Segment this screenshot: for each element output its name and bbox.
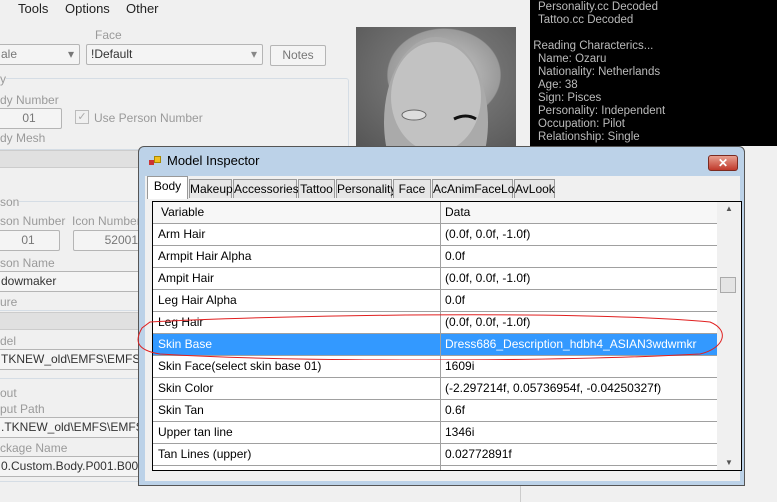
texture-label: ure xyxy=(0,295,18,309)
output-path-label: put Path xyxy=(0,402,45,416)
status-divider xyxy=(520,486,521,502)
variable-cell: Armpit Hair Alpha xyxy=(158,249,252,263)
sex-value: ale xyxy=(1,47,18,61)
log-line: Nationality: Netherlands xyxy=(538,66,661,78)
chevron-down-icon: ▾ xyxy=(67,47,74,61)
log-line: Age: 38 xyxy=(538,79,578,91)
table-row[interactable]: Skin Color (-2.297214f, 0.05736954f, -0.0… xyxy=(153,378,717,400)
table-row[interactable]: Armpit Hair Alpha 0.0f xyxy=(153,246,717,268)
scroll-up-icon[interactable]: ▲ xyxy=(725,204,733,213)
table-row[interactable]: Tan Lines (upper) 0.02772891f xyxy=(153,444,717,466)
data-cell[interactable]: (0.0f, 0.0f, -1.0f) xyxy=(440,268,530,290)
icon-number-label: Icon Number xyxy=(72,214,141,228)
data-cell[interactable]: 0.02772891f xyxy=(440,444,512,466)
body-mesh-label: dy Mesh xyxy=(0,131,46,145)
face-label: Face xyxy=(95,28,122,42)
variable-cell: Tan Lines (upper) xyxy=(158,447,252,461)
tab-tattoo[interactable]: Tattoo xyxy=(298,179,335,198)
scrollbar-thumb[interactable] xyxy=(720,277,736,293)
log-line: Personality: Independent xyxy=(538,105,666,117)
log-line: Personality.cc Decoded xyxy=(538,1,658,13)
variable-cell: Upper tan line xyxy=(158,425,233,439)
variable-cell: Leg Hair Alpha xyxy=(158,293,237,307)
tab-acanimfacelook[interactable]: AcAnimFaceLook xyxy=(432,179,527,198)
app-icon xyxy=(149,156,161,167)
table-row[interactable] xyxy=(153,466,717,470)
tab-personality[interactable]: Personality xyxy=(336,179,396,198)
tab-body[interactable]: Body xyxy=(147,176,188,199)
output-path-input[interactable]: .TKNEW_old\EMFS\EMFSTo xyxy=(0,417,141,438)
icon-number-input[interactable]: 52001 xyxy=(73,230,143,251)
grid-header: Variable Data xyxy=(153,202,717,224)
table-row[interactable]: Upper tan line 1346i xyxy=(153,422,717,444)
person-name-input[interactable]: dowmaker xyxy=(0,271,141,292)
notes-button[interactable]: Notes xyxy=(270,45,326,66)
use-person-number-label: Use Person Number xyxy=(94,111,203,125)
head-render xyxy=(384,37,488,207)
data-cell[interactable]: (0.0f, 0.0f, -1.0f) xyxy=(440,224,530,246)
log-line: Reading Characterics... xyxy=(530,40,654,52)
log-line: Sign: Pisces xyxy=(538,92,602,104)
data-cell[interactable]: 0.6f xyxy=(440,400,465,422)
log-line: Occupation: Pilot xyxy=(538,118,625,130)
person-name-label: son Name xyxy=(0,256,55,270)
log-line: Tattoo.cc Decoded xyxy=(538,14,634,26)
log-line: Relationship: Single xyxy=(538,131,640,143)
tab-accessories[interactable]: Accessories xyxy=(233,179,299,198)
data-cell[interactable] xyxy=(440,466,445,470)
use-person-number-checkbox[interactable]: ✓ xyxy=(75,110,89,124)
variable-cell: Skin Color xyxy=(158,381,214,395)
texture-bar xyxy=(0,312,140,330)
column-header-data[interactable]: Data xyxy=(440,202,470,224)
face-value: !Default xyxy=(91,47,133,61)
table-row[interactable]: Skin Tan 0.6f xyxy=(153,400,717,422)
person-number-input[interactable]: 01 xyxy=(0,230,60,251)
body-number-input[interactable]: 01 xyxy=(0,108,62,129)
table-row[interactable]: Leg Hair Alpha 0.0f xyxy=(153,290,717,312)
data-cell[interactable]: (-2.297214f, 0.05736954f, -0.04250327f) xyxy=(440,378,661,400)
person-number-label: son Number xyxy=(0,214,66,228)
tab-makeup[interactable]: Makeup xyxy=(189,179,233,198)
person-group-label: son xyxy=(0,195,20,209)
output-group-label: out xyxy=(0,386,17,400)
face-dropdown[interactable]: !Default ▾ xyxy=(86,44,263,65)
log-line: Name: Ozaru xyxy=(538,53,607,65)
data-cell[interactable]: 1346i xyxy=(440,422,474,444)
dialog-title: Model Inspector xyxy=(167,153,260,168)
model-label: del xyxy=(0,334,17,348)
table-row[interactable]: Arm Hair (0.0f, 0.0f, -1.0f) xyxy=(153,224,717,246)
face-preview-image xyxy=(356,27,516,207)
variable-cell: Skin Tan xyxy=(158,403,204,417)
model-path-input[interactable]: TKNEW_old\EMFS\EMFSTo xyxy=(0,349,141,370)
package-name-input[interactable]: 0.Custom.Body.P001.B001.W xyxy=(0,456,141,477)
variable-cell: Arm Hair xyxy=(158,227,206,241)
package-name-label: ckage Name xyxy=(0,441,68,455)
red-annotation-circle xyxy=(137,314,723,360)
table-row[interactable]: Ampit Hair (0.0f, 0.0f, -1.0f) xyxy=(153,268,717,290)
body-group-label: y xyxy=(0,72,6,86)
menu-options[interactable]: Options xyxy=(65,1,110,16)
chevron-down-icon: ▾ xyxy=(250,47,257,61)
sex-dropdown[interactable]: ale ▾ xyxy=(0,44,80,65)
tab-avlook[interactable]: AvLook xyxy=(514,179,555,198)
menu-tools[interactable]: Tools xyxy=(18,1,48,16)
close-button[interactable]: ✕ xyxy=(708,155,738,171)
body-number-label: dy Number xyxy=(0,93,59,107)
data-cell[interactable]: 0.0f xyxy=(440,290,465,312)
menu-other[interactable]: Other xyxy=(126,1,159,16)
body-mesh-bar xyxy=(0,150,140,168)
variable-cell: Ampit Hair xyxy=(158,271,215,285)
column-header-variable[interactable]: Variable xyxy=(161,202,204,223)
tab-face[interactable]: Face xyxy=(393,179,431,198)
data-cell[interactable]: 0.0f xyxy=(440,246,465,268)
scroll-down-icon[interactable]: ▼ xyxy=(725,458,733,467)
log-console: Personality.cc Decoded Tattoo.cc Decoded… xyxy=(530,0,777,146)
